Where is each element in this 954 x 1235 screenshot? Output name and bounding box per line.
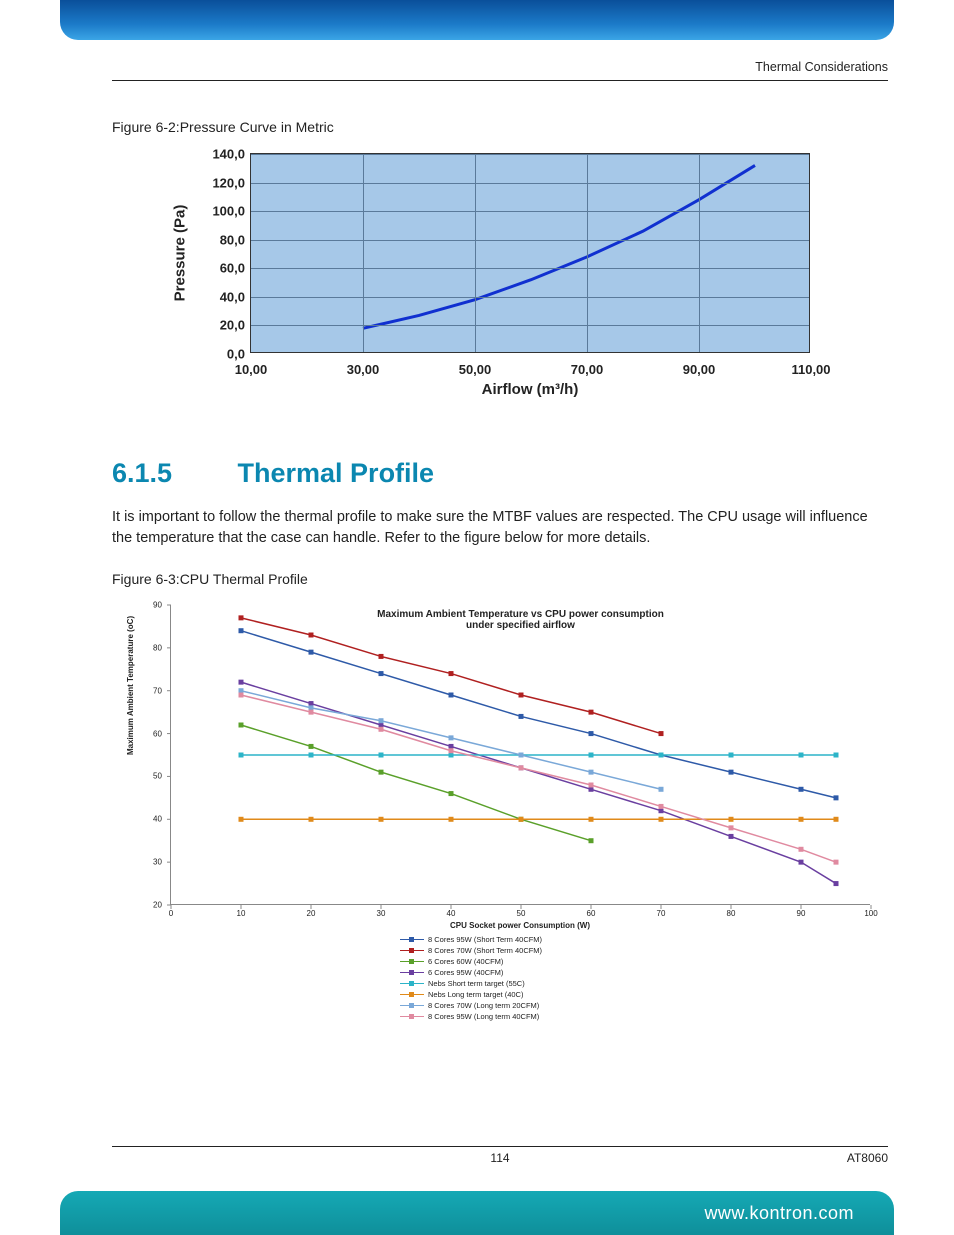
chart2-legend-item: 8 Cores 95W (Long term 40CFM) (400, 1011, 600, 1022)
chart2-x-tick: 50 (517, 909, 526, 918)
chart2-y-tick: 30 (153, 858, 164, 867)
thermal-profile-chart: Maximum Ambient Temperature (oC) Maximum… (120, 605, 880, 1022)
chart2-legend-item: Nebs Long term target (40C) (400, 989, 600, 1000)
chart2-y-tick: 20 (153, 901, 164, 910)
chart2-x-tick: 20 (307, 909, 316, 918)
chart1-y-tick: 60,0 (191, 261, 245, 276)
chart2-x-tick: 40 (447, 909, 456, 918)
chart1-x-tick: 30,00 (347, 362, 380, 377)
chart1-y-tick: 20,0 (191, 318, 245, 333)
chart1-y-axis-label: Pressure (Pa) (172, 205, 189, 302)
chart2-y-tick: 90 (153, 601, 164, 610)
chart2-x-tick: 70 (657, 909, 666, 918)
chart2-legend-item: 6 Cores 95W (40CFM) (400, 967, 600, 978)
chart2-y-tick: 60 (153, 729, 164, 738)
chart2-y-tick: 80 (153, 643, 164, 652)
page-number: 114 (490, 1151, 509, 1165)
chart2-x-tick: 0 (169, 909, 173, 918)
chart2-y-axis-label: Maximum Ambient Temperature (oC) (126, 616, 135, 755)
footer-url: www.kontron.com (704, 1203, 854, 1224)
chart1-y-tick: 40,0 (191, 289, 245, 304)
chart2-legend-item: Nebs Short term target (55C) (400, 978, 600, 989)
section-number: 6.1.5 (112, 458, 230, 489)
running-header: Thermal Considerations (112, 60, 888, 81)
chart1-x-tick: 70,00 (571, 362, 604, 377)
page-content: Thermal Considerations Figure 6-2:Pressu… (112, 60, 888, 1155)
chart2-x-tick: 30 (377, 909, 386, 918)
chart2-x-tick: 10 (237, 909, 246, 918)
chart2-x-tick: 60 (587, 909, 596, 918)
chart1-y-tick: 120,0 (191, 175, 245, 190)
pressure-curve-chart: Pressure (Pa) 0,020,040,060,080,0100,012… (180, 153, 820, 398)
figure-6-2-label: Figure 6-2:Pressure Curve in Metric (112, 119, 888, 135)
chart2-y-tick: 70 (153, 686, 164, 695)
chart2-legend: 8 Cores 95W (Short Term 40CFM)8 Cores 70… (400, 934, 600, 1022)
chart1-y-tick: 140,0 (191, 147, 245, 162)
chart1-y-tick: 80,0 (191, 232, 245, 247)
bottom-banner: www.kontron.com (60, 1191, 894, 1235)
page-footer: 114 AT8060 (112, 1146, 888, 1165)
figure-6-3-label: Figure 6-3:CPU Thermal Profile (112, 571, 888, 587)
chart1-x-tick: 50,00 (459, 362, 492, 377)
doc-id: AT8060 (847, 1151, 888, 1165)
chart2-legend-item: 8 Cores 95W (Short Term 40CFM) (400, 934, 600, 945)
chart1-x-tick: 90,00 (683, 362, 716, 377)
chart1-x-tick: 110,00 (791, 362, 830, 377)
section-heading: 6.1.5 Thermal Profile (112, 458, 888, 489)
chart2-x-tick: 100 (864, 909, 877, 918)
chart2-legend-item: 8 Cores 70W (Long term 20CFM) (400, 1000, 600, 1011)
chart1-x-axis-label: Airflow (m³/h) (250, 381, 810, 398)
chart2-y-tick: 40 (153, 815, 164, 824)
top-banner (60, 0, 894, 40)
chart2-legend-item: 8 Cores 70W (Short Term 40CFM) (400, 945, 600, 956)
chart2-x-tick: 90 (797, 909, 806, 918)
chart1-y-tick: 0,0 (191, 347, 245, 362)
section-body-text: It is important to follow the thermal pr… (112, 507, 888, 549)
chart2-x-axis-label: CPU Socket power Consumption (W) (170, 921, 870, 930)
chart2-x-tick: 80 (727, 909, 736, 918)
chart1-x-tick: 10,00 (235, 362, 268, 377)
chart2-y-tick: 50 (153, 772, 164, 781)
chart2-legend-item: 6 Cores 60W (40CFM) (400, 956, 600, 967)
chart1-y-tick: 100,0 (191, 204, 245, 219)
section-title: Thermal Profile (238, 458, 435, 488)
